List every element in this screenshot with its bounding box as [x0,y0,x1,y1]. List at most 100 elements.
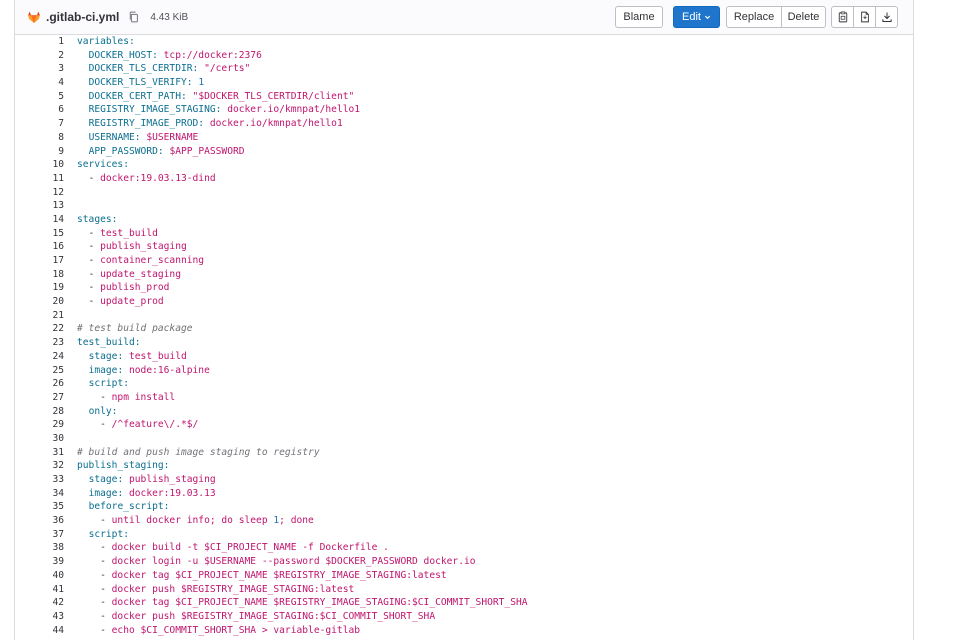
line-number[interactable]: 32 [15,459,77,473]
line-number[interactable]: 16 [15,240,77,254]
code-token: $USERNAME [146,131,199,143]
line-number[interactable]: 40 [15,569,77,583]
line-number[interactable]: 7 [15,117,77,131]
line-content: only: [77,405,913,419]
line-number[interactable]: 22 [15,322,77,336]
code-token: - [77,172,101,184]
line-number[interactable]: 20 [15,295,77,309]
line-number[interactable]: 29 [15,418,77,432]
line-content: REGISTRY_IMAGE_PROD: docker.io/kmnpat/he… [77,117,913,131]
code-line: 22 # test build package [15,322,913,336]
line-content: - docker:19.03.13-dind [77,172,913,186]
line-number[interactable]: 1 [15,35,77,49]
copy-icon[interactable] [128,11,140,23]
line-number[interactable]: 34 [15,487,77,501]
code-line: 7 REGISTRY_IMAGE_PROD: docker.io/kmnpat/… [15,117,913,131]
line-number[interactable]: 21 [15,309,77,323]
blame-button[interactable]: Blame [615,6,663,28]
line-number[interactable]: 4 [15,76,77,90]
code-token: publish_staging: [77,460,170,472]
code-line: 15 - test_build [15,227,913,241]
line-number[interactable]: 6 [15,103,77,117]
line-number[interactable]: 44 [15,624,77,638]
line-content [77,432,913,446]
line-number[interactable]: 25 [15,364,77,378]
line-number[interactable]: 24 [15,350,77,364]
line-number[interactable]: 17 [15,254,77,268]
code-line: 40 - docker tag $CI_PROJECT_NAME $REGIST… [15,569,913,583]
code-line: 23 test_build: [15,336,913,350]
replace-button[interactable]: Replace [726,6,782,28]
open-raw-button[interactable] [853,6,876,28]
line-number[interactable]: 28 [15,405,77,419]
copy-contents-button[interactable] [831,6,854,28]
line-content: - docker build -t $CI_PROJECT_NAME -f Do… [77,541,913,555]
line-number[interactable]: 43 [15,610,77,624]
code-token: script: [88,378,129,390]
line-content: script: [77,528,913,542]
gitlab-logo-icon [28,11,40,23]
line-number[interactable]: 3 [15,62,77,76]
code-token: update_staging [100,268,181,280]
code-token: - [77,542,112,554]
line-number[interactable]: 36 [15,514,77,528]
line-number[interactable]: 35 [15,500,77,514]
code-line: 5 DOCKER_CERT_PATH: "$DOCKER_TLS_CERTDIR… [15,90,913,104]
code-line: 41 - docker push $REGISTRY_IMAGE_STAGING… [15,583,913,597]
line-number[interactable]: 30 [15,432,77,446]
line-content: - docker tag $CI_PROJECT_NAME $REGISTRY_… [77,596,913,610]
line-number[interactable]: 10 [15,158,77,172]
code-token: tcp://docker:2376 [163,49,262,61]
code-token: image: [88,364,124,376]
code-line: 37 script: [15,528,913,542]
code-line: 42 - docker tag $CI_PROJECT_NAME $REGIST… [15,596,913,610]
line-content: REGISTRY_IMAGE_STAGING: docker.io/kmnpat… [77,103,913,117]
code-line: 16 - publish_staging [15,240,913,254]
code-token: stage: [88,474,124,485]
line-content: image: node:16-alpine [77,364,913,378]
file-name[interactable]: .gitlab-ci.yml [46,10,119,24]
line-number[interactable]: 19 [15,281,77,295]
line-number[interactable]: 2 [15,49,77,63]
line-number[interactable]: 26 [15,377,77,391]
line-number[interactable]: 8 [15,131,77,145]
code-token: - [77,227,101,239]
line-number[interactable]: 41 [15,583,77,597]
code-token: - [77,610,112,622]
code-token: - [77,268,101,280]
line-number[interactable]: 37 [15,528,77,542]
code-token: DOCKER_HOST: [88,49,158,61]
line-content: - container_scanning [77,254,913,268]
line-number[interactable]: 27 [15,391,77,405]
code-token: publish_staging [100,241,187,253]
download-button[interactable] [875,6,898,28]
line-number[interactable]: 33 [15,473,77,487]
line-number[interactable]: 42 [15,596,77,610]
delete-button[interactable]: Delete [781,6,826,28]
code-token: docker tag $CI_PROJECT_NAME $REGISTRY_IM… [111,569,447,581]
line-number[interactable]: 38 [15,541,77,555]
code-token: services: [77,159,129,171]
line-content: - update_prod [77,295,913,309]
line-number[interactable]: 23 [15,336,77,350]
line-number[interactable]: 31 [15,446,77,460]
line-number[interactable]: 9 [15,145,77,159]
line-number[interactable]: 14 [15,213,77,227]
line-number[interactable]: 39 [15,555,77,569]
line-number[interactable]: 12 [15,186,77,200]
line-number[interactable]: 5 [15,90,77,104]
line-number[interactable]: 15 [15,227,77,241]
line-content [77,199,913,213]
code-line: 33 stage: publish_staging [15,473,913,487]
code-token: stages: [77,213,118,225]
line-number[interactable]: 18 [15,268,77,282]
line-number[interactable]: 11 [15,172,77,186]
code-line: 43 - docker push $REGISTRY_IMAGE_STAGING… [15,610,913,624]
code-token: - [77,556,112,568]
line-number[interactable]: 13 [15,199,77,213]
edit-button[interactable]: Edit [673,6,720,28]
code-token: USERNAME: [88,131,141,143]
